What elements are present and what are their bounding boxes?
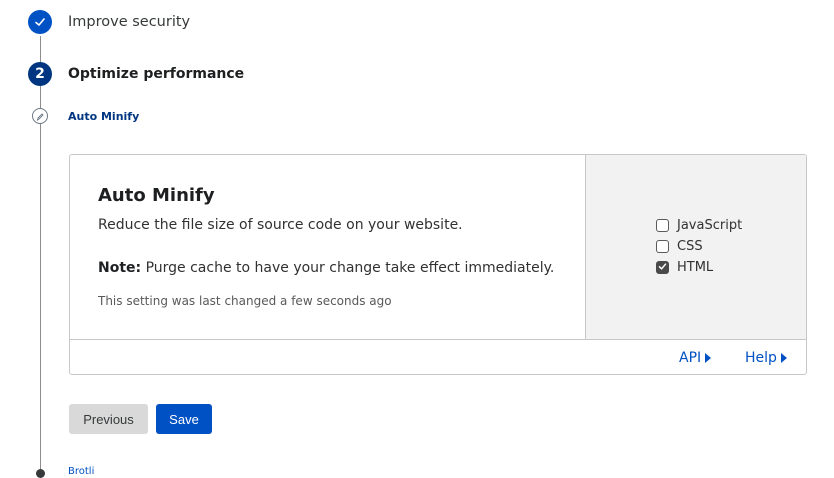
card-note: Note: Purge cache to have your change ta… (98, 260, 554, 276)
card-title: Auto Minify (98, 185, 215, 206)
save-button[interactable]: Save (156, 404, 212, 434)
html-checkbox[interactable] (656, 261, 669, 274)
timeline-line (40, 36, 41, 476)
javascript-label: JavaScript (677, 218, 743, 233)
help-link-label: Help (745, 350, 777, 366)
triangle-right-icon (705, 353, 712, 363)
brotli-substep-label[interactable]: Brotli (68, 466, 94, 477)
css-label: CSS (677, 239, 703, 254)
note-text: Purge cache to have your change take eff… (141, 260, 555, 276)
triangle-right-icon (780, 353, 787, 363)
card-description: Reduce the file size of source code on y… (98, 217, 463, 233)
minify-options-panel: JavaScript CSS HTML (586, 155, 806, 339)
javascript-option[interactable]: JavaScript (656, 218, 742, 233)
step-1-status (28, 10, 52, 34)
substep-label[interactable]: Auto Minify (68, 110, 139, 123)
checkmark-icon (658, 260, 667, 275)
step-2-label: Optimize performance (68, 66, 245, 82)
step-1-label[interactable]: Improve security (68, 14, 190, 30)
last-changed-text: This setting was last changed a few seco… (98, 294, 392, 308)
step-2-number: 2 (28, 62, 52, 86)
html-label: HTML (677, 260, 714, 275)
substep-dot (36, 469, 45, 478)
pencil-icon (35, 107, 45, 126)
css-checkbox[interactable] (656, 240, 669, 253)
help-link[interactable]: Help (745, 350, 787, 366)
card-content: Auto Minify Reduce the file size of sour… (70, 155, 586, 339)
css-option[interactable]: CSS (656, 239, 703, 254)
card-footer: API Help (70, 339, 806, 374)
check-icon (34, 13, 46, 32)
note-label: Note: (98, 260, 142, 276)
javascript-checkbox[interactable] (656, 219, 669, 232)
previous-button[interactable]: Previous (69, 404, 148, 434)
api-link-label: API (679, 350, 702, 366)
api-link[interactable]: API (679, 350, 712, 366)
auto-minify-card: Auto Minify Reduce the file size of sour… (69, 154, 807, 375)
html-option[interactable]: HTML (656, 260, 713, 275)
substep-status (32, 108, 48, 124)
